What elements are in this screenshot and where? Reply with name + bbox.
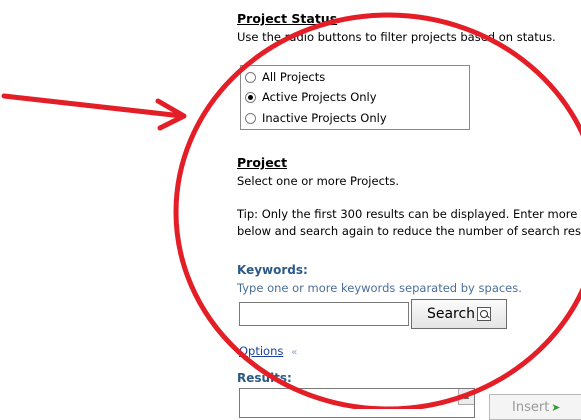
project-status-help: Use the radio buttons to filter projects… — [237, 30, 556, 44]
radio-all-projects[interactable]: All Projects — [245, 68, 325, 86]
status-radio-group: All Projects Active Projects Only Inacti… — [240, 65, 470, 130]
keywords-input[interactable] — [239, 302, 409, 326]
radio-active-projects-label: Active Projects Only — [262, 90, 377, 104]
project-tip-line-1: Tip: Only the first 300 results can be d… — [237, 207, 581, 221]
radio-inactive-projects[interactable]: Inactive Projects Only — [245, 109, 387, 127]
options-link[interactable]: Options — [239, 344, 283, 358]
project-title: Project — [237, 155, 288, 170]
project-status-title: Project Status — [237, 11, 338, 26]
keywords-help: Type one or more keywords separated by s… — [237, 281, 522, 295]
insert-button[interactable]: Insert ➤ — [489, 394, 581, 420]
magnifier-icon — [477, 307, 492, 321]
results-list[interactable]: ▲ — [239, 388, 475, 418]
results-label: Results: — [237, 371, 292, 385]
radio-active-projects[interactable]: Active Projects Only — [245, 88, 377, 106]
search-button[interactable]: Search — [411, 299, 507, 329]
search-button-label: Search — [426, 306, 476, 322]
options-toggle[interactable]: Options « — [239, 344, 297, 358]
keywords-label: Keywords: — [237, 263, 308, 277]
radio-active-projects-button[interactable] — [245, 91, 256, 103]
scroll-up-icon[interactable]: ▲ — [458, 389, 474, 405]
arrow-right-icon: ➤ — [551, 400, 561, 414]
insert-button-label: Insert — [512, 399, 550, 415]
project-tip-line-2: below and search again to reduce the num… — [237, 224, 581, 238]
chevron-down-icon: « — [291, 347, 298, 358]
radio-inactive-projects-label: Inactive Projects Only — [262, 111, 387, 125]
radio-all-projects-label: All Projects — [262, 70, 326, 84]
annotation-arrow-icon — [1, 93, 187, 131]
radio-inactive-projects-button[interactable] — [245, 112, 256, 124]
project-help: Select one or more Projects. — [237, 174, 400, 188]
radio-all-projects-button[interactable] — [245, 71, 256, 83]
